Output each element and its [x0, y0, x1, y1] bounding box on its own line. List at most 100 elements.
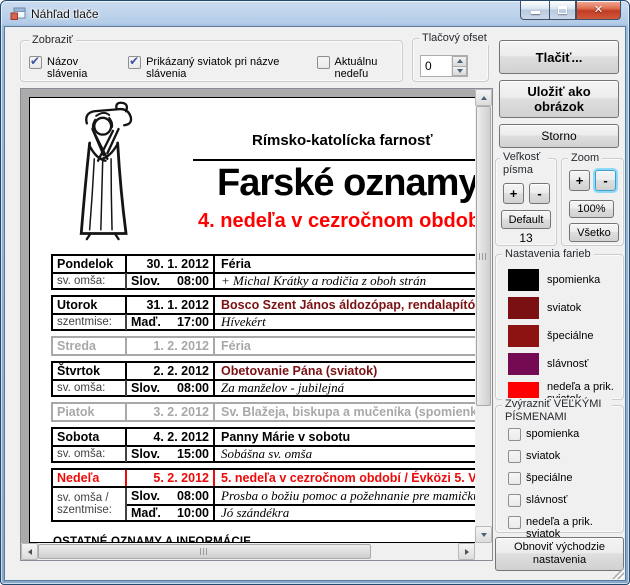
feast-name: 5. nedeľa v cezročnom období / Évközi 5.…: [215, 470, 493, 486]
mass-time: 08:00: [177, 488, 209, 504]
checkbox-label: sviatok: [526, 450, 560, 462]
show-option-checkbox[interactable]: Názov slávenia: [29, 56, 110, 80]
day-header-row: Pondelok30. 1. 2012Féria: [53, 256, 493, 272]
zoom-out-button[interactable]: -: [595, 170, 616, 191]
close-icon: ✕: [594, 5, 603, 16]
zoom-100-button[interactable]: 100%: [569, 200, 614, 218]
highlight-checkbox[interactable]: špeciálne: [508, 472, 619, 485]
cancel-button[interactable]: Storno: [499, 124, 619, 148]
save-as-image-button[interactable]: Uložiť ako obrázok: [499, 80, 619, 118]
color-swatch[interactable]: [508, 353, 539, 375]
checkbox-icon[interactable]: [29, 56, 42, 69]
spinner-down-button[interactable]: [452, 67, 467, 77]
close-button[interactable]: ✕: [576, 1, 621, 20]
day-date: 30. 1. 2012: [127, 256, 215, 272]
scrollbar-corner: [475, 543, 492, 560]
scroll-right-button[interactable]: [458, 543, 475, 560]
mass-row: Slov.08:00Prosba o božiu pomoc a požehna…: [127, 488, 493, 504]
font-size-value: 13: [496, 231, 556, 245]
day-name: Piatok: [53, 404, 127, 420]
mass-lang-time: Slov.15:00: [127, 446, 215, 462]
color-setting-row: spomienka: [508, 269, 619, 291]
highlight-checkbox[interactable]: spomienka: [508, 428, 619, 441]
thumb-grip-icon: [200, 548, 209, 555]
mass-label: szentmise:: [53, 314, 127, 330]
checkbox-icon[interactable]: [508, 428, 521, 441]
minimize-button[interactable]: [520, 1, 549, 20]
checkbox-label: Prikázaný sviatok pri názve slávenia: [146, 56, 298, 80]
color-swatch[interactable]: [508, 269, 539, 291]
checkbox-icon[interactable]: [508, 494, 521, 507]
show-option-checkbox[interactable]: Prikázaný sviatok pri názve slávenia: [128, 56, 298, 80]
mass-lang-time: Maď.17:00: [127, 314, 215, 330]
color-settings-group: Nastavenia farieb spomienkasviatokšpeciá…: [495, 254, 624, 400]
highlight-checkbox[interactable]: slávnosť: [508, 494, 619, 507]
scroll-up-button[interactable]: [475, 89, 492, 106]
day-date: 4. 2. 2012: [127, 429, 215, 445]
checkbox-icon[interactable]: [508, 450, 521, 463]
thumb-grip-icon: [479, 253, 488, 260]
font-size-increase-button[interactable]: +: [503, 183, 524, 204]
highlight-checkbox[interactable]: sviatok: [508, 450, 619, 463]
horizontal-scrollbar[interactable]: [21, 543, 475, 560]
preview-panel: Rímsko-katolícka farnosť Farské oznamy 4…: [20, 88, 493, 561]
zoom-in-button[interactable]: +: [569, 170, 590, 191]
checkbox-icon[interactable]: [508, 472, 521, 485]
print-offset-spinner[interactable]: 0: [420, 55, 468, 77]
day-date: 5. 2. 2012: [127, 470, 215, 486]
zoom-fit-all-button[interactable]: Všetko: [569, 223, 619, 242]
arrow-up-icon: [457, 59, 463, 63]
mass-label: sv. omša:: [53, 380, 127, 396]
zoom-group: Zoom + - 100% Všetko: [561, 158, 624, 246]
show-options-label: Zobraziť: [29, 34, 76, 47]
feast-name: Obetovanie Pána (sviatok): [215, 363, 493, 379]
mass-lang-time: Slov. 08:00: [127, 488, 215, 504]
horizontal-scroll-thumb[interactable]: [38, 544, 371, 559]
mass-language: Slov.: [131, 488, 160, 504]
show-option-checkbox[interactable]: Aktuálnu nedeľu: [317, 56, 403, 80]
title-bar[interactable]: Náhľad tlače ✕: [1, 1, 629, 26]
day-date: 3. 2. 2012: [127, 404, 215, 420]
font-size-decrease-button[interactable]: -: [529, 183, 550, 204]
day-header-row: Sobota4. 2. 2012Panny Márie v sobotu: [53, 429, 493, 445]
mass-rows: sv. omša / szentmise:Slov.08:00Prosba o …: [53, 486, 493, 520]
mass-intention: Jó szándékra: [215, 505, 493, 521]
resize-grip[interactable]: [612, 567, 624, 579]
color-swatch[interactable]: [508, 297, 539, 319]
checkbox-label: Názov slávenia: [47, 56, 110, 80]
scroll-down-button[interactable]: [475, 526, 492, 543]
mass-label: sv. omša:: [53, 273, 127, 289]
scroll-up-icon: [481, 96, 487, 100]
vertical-scrollbar[interactable]: [475, 89, 492, 543]
document-footer: OSTATNÉ OZNAMY A INFORMÁCIE: [53, 536, 251, 543]
checkbox-label: slávnosť: [526, 494, 567, 506]
maximize-button[interactable]: [549, 1, 576, 20]
mass-intention: Hívekért: [215, 314, 493, 330]
checkbox-icon[interactable]: [317, 56, 330, 69]
color-setting-row: slávnosť: [508, 353, 619, 375]
print-offset-value[interactable]: 0: [421, 56, 451, 76]
feast-name: Panny Márie v sobotu: [215, 429, 493, 445]
mass-language: Slov.: [131, 380, 160, 396]
mass-language: Maď.: [131, 505, 161, 521]
scroll-left-icon: [28, 549, 32, 555]
day-header-row: Piatok3. 2. 2012Sv. Blažeja, biskupa a m…: [53, 404, 493, 420]
reset-defaults-button[interactable]: Obnoviť východzie nastavenia: [495, 537, 624, 571]
color-settings-label: Nastavenia farieb: [502, 248, 594, 261]
checkbox-icon[interactable]: [128, 56, 141, 69]
print-button[interactable]: Tlačiť...: [499, 40, 619, 74]
day-block: Streda1. 2. 2012Féria: [51, 336, 493, 356]
font-size-default-button[interactable]: Default: [501, 210, 551, 229]
checkbox-icon[interactable]: [508, 516, 521, 529]
parish-name: Rímsko-katolícka farnosť: [252, 132, 433, 149]
maximize-icon: [558, 6, 567, 14]
day-header-row: Nedeľa5. 2. 20125. nedeľa v cezročnom ob…: [53, 470, 493, 486]
feast-name: Sv. Blažeja, biskupa a mučeníka (spomien…: [215, 404, 493, 420]
vertical-scroll-thumb[interactable]: [476, 106, 491, 406]
day-header-row: Streda1. 2. 2012Féria: [53, 338, 493, 354]
spinner-up-button[interactable]: [452, 56, 467, 67]
color-swatch[interactable]: [508, 325, 539, 347]
scroll-left-button[interactable]: [21, 543, 38, 560]
spinner-buttons: [451, 56, 467, 76]
app-icon: [10, 6, 26, 22]
